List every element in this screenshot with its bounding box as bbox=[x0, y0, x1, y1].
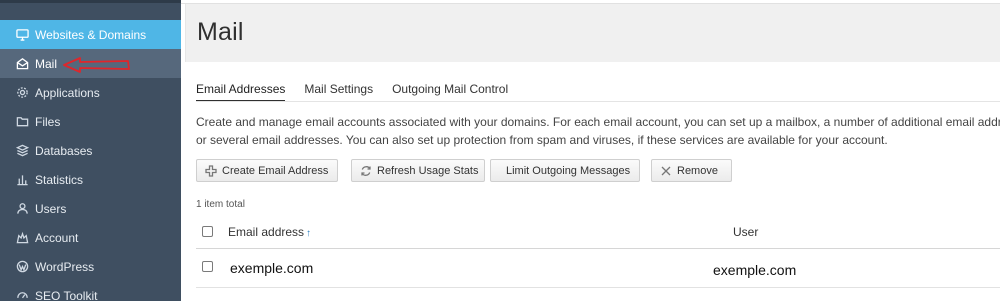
seo-icon bbox=[15, 289, 29, 301]
item-count: 1 item total bbox=[196, 199, 245, 210]
select-all-checkbox[interactable] bbox=[202, 226, 213, 237]
row-checkbox[interactable] bbox=[202, 261, 213, 272]
column-header-email[interactable]: Email address ↑ bbox=[228, 225, 311, 239]
page-description: Create and manage email accounts associa… bbox=[196, 113, 1000, 149]
sidebar-item-users[interactable]: Users bbox=[0, 194, 181, 223]
red-arrow-annotation bbox=[63, 57, 130, 73]
sidebar-item-statistics[interactable]: Statistics bbox=[0, 165, 181, 194]
sidebar-item-label: Websites & Domains bbox=[35, 27, 147, 42]
create-email-address-label: Create Email Address bbox=[222, 164, 329, 177]
tab-email-addresses[interactable]: Email Addresses bbox=[196, 80, 286, 102]
sort-ascending-icon: ↑ bbox=[306, 228, 312, 239]
sidebar: Websites & Domains Mail Applications Fil… bbox=[0, 0, 181, 301]
tab-mail-settings[interactable]: Mail Settings bbox=[304, 80, 373, 102]
table-row: exemple.com exemple.com bbox=[196, 250, 1000, 288]
column-header-email-label: Email address bbox=[228, 225, 305, 239]
refresh-usage-stats-label: Refresh Usage Stats bbox=[377, 164, 479, 177]
limit-outgoing-messages-button[interactable]: Limit Outgoing Messages bbox=[490, 159, 640, 182]
sidebar-item-files[interactable]: Files bbox=[0, 107, 181, 136]
tab-outgoing-mail-control[interactable]: Outgoing Mail Control bbox=[392, 80, 508, 102]
sidebar-item-label: Users bbox=[35, 201, 67, 216]
tab-bar: Email Addresses Mail Settings Outgoing M… bbox=[196, 80, 527, 102]
sidebar-item-applications[interactable]: Applications bbox=[0, 78, 181, 107]
monitor-icon bbox=[15, 28, 29, 42]
limit-outgoing-messages-label: Limit Outgoing Messages bbox=[506, 164, 631, 177]
sidebar-item-label: Databases bbox=[35, 143, 93, 158]
table-header: Email address ↑ User bbox=[196, 220, 1000, 249]
user-cell: exemple.com bbox=[713, 262, 797, 278]
tabs-divider bbox=[196, 101, 1000, 102]
sidebar-item-label: WordPress bbox=[35, 259, 95, 274]
email-address-link[interactable]: exemple.com bbox=[230, 260, 313, 276]
page-title: Mail bbox=[197, 18, 244, 46]
folder-icon bbox=[15, 115, 29, 129]
sidebar-item-seo-toolkit[interactable]: SEO Toolkit bbox=[0, 281, 181, 301]
envelope-icon bbox=[15, 57, 29, 71]
sidebar-item-label: SEO Toolkit bbox=[35, 288, 98, 301]
sidebar-item-label: Mail bbox=[35, 56, 58, 71]
gear-icon bbox=[15, 86, 29, 100]
database-icon bbox=[15, 144, 29, 158]
user-icon bbox=[15, 202, 29, 216]
description-line-1: Create and manage email accounts associa… bbox=[196, 115, 1000, 129]
page-header: Mail bbox=[185, 4, 1000, 62]
description-line-2: or several email addresses. You can also… bbox=[196, 133, 888, 147]
refresh-usage-stats-button[interactable]: Refresh Usage Stats bbox=[351, 159, 485, 182]
wordpress-icon bbox=[15, 260, 29, 274]
sidebar-item-label: Statistics bbox=[35, 172, 84, 187]
sidebar-item-label: Account bbox=[35, 230, 79, 245]
sidebar-item-databases[interactable]: Databases bbox=[0, 136, 181, 165]
remove-icon bbox=[660, 165, 672, 177]
sidebar-item-label: Files bbox=[35, 114, 61, 129]
sidebar-item-account[interactable]: Account bbox=[0, 223, 181, 252]
sidebar-item-wordpress[interactable]: WordPress bbox=[0, 252, 181, 281]
column-header-user[interactable]: User bbox=[733, 225, 758, 239]
remove-label: Remove bbox=[677, 164, 718, 177]
create-email-address-button[interactable]: Create Email Address bbox=[196, 159, 338, 182]
sidebar-item-websites-domains[interactable]: Websites & Domains bbox=[0, 20, 181, 49]
main-content: Mail Email Addresses Mail Settings Outgo… bbox=[181, 0, 1000, 301]
bar-chart-icon bbox=[15, 173, 29, 187]
refresh-icon bbox=[360, 165, 372, 177]
remove-button[interactable]: Remove bbox=[651, 159, 732, 182]
sidebar-item-label: Applications bbox=[35, 85, 100, 100]
account-icon bbox=[15, 231, 29, 245]
plus-icon bbox=[205, 164, 217, 177]
